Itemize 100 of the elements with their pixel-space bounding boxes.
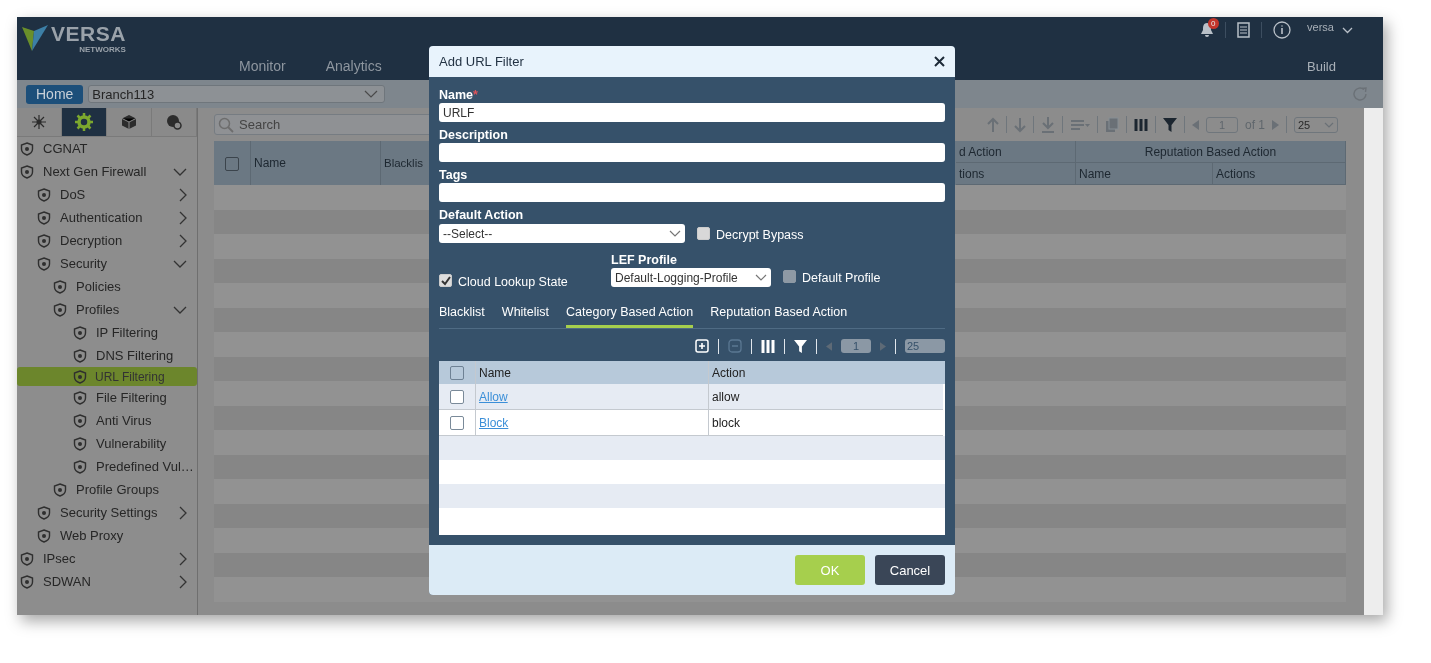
columns-icon[interactable] [1134,117,1148,132]
tab[interactable]: Reputation Based Action [710,305,848,328]
chevron-right-icon[interactable] [179,505,187,520]
checkbox-label: Default Profile [802,271,881,285]
add-icon[interactable] [695,339,709,353]
shield-icon [20,164,34,179]
chevron-down-icon [755,274,767,281]
shield-icon [37,528,51,543]
chevron-right-icon[interactable] [179,574,187,589]
page-size-field[interactable]: 25 [905,339,945,353]
tab[interactable]: Category Based Action [566,305,694,328]
checkbox[interactable] [450,365,464,380]
checkbox[interactable] [450,415,464,430]
tree-item[interactable]: Decryption [17,229,197,252]
column-header: d Action [956,141,1076,162]
filter-icon[interactable] [1163,117,1177,132]
cancel-button[interactable]: Cancel [875,555,945,585]
chevron-down-icon [669,230,681,237]
tree-item[interactable]: Profile Groups [17,478,197,501]
tree-item[interactable]: Authentication [17,206,197,229]
shield-icon [73,348,87,363]
chevron-down-icon[interactable] [173,259,187,268]
field-label: Default Action [439,207,525,223]
shield-icon [37,233,51,248]
logo-icon [22,23,48,51]
tree-item[interactable]: CGNAT [17,137,197,160]
shield-icon [73,369,87,384]
gear-icon [75,113,93,131]
description-field[interactable] [439,143,945,162]
default-action-dropdown[interactable]: --Select-- [439,224,685,243]
home-button[interactable]: Home [26,84,84,104]
tree-item[interactable]: Security [17,252,197,275]
filter-icon[interactable] [794,339,807,353]
column-header: Name [1076,163,1213,184]
chevron-down-icon [1324,121,1334,128]
field-label: LEF Profile [611,252,678,268]
tree-item[interactable]: Anti Virus [17,409,197,432]
chevron-right-icon[interactable] [179,187,187,202]
logo-subtext: NETWORKS [79,45,126,54]
tree-item[interactable]: Vulnerability [17,432,197,455]
link[interactable]: Block [479,415,509,430]
list-icon[interactable] [1237,22,1251,38]
notification-badge: 0 [1208,18,1219,29]
tab[interactable]: Whitelist [501,305,550,328]
chevron-down-icon [364,90,379,98]
shield-icon [37,505,51,520]
tree-item[interactable]: Policies [17,275,197,298]
tree-item[interactable]: Predefined Vul… [17,455,197,478]
nav-link[interactable]: Build [1307,59,1336,74]
shield-icon [73,390,87,405]
tree-item[interactable]: DoS [17,183,197,206]
chevron-down-icon[interactable] [173,167,187,176]
logo-text: VERSA [51,23,126,45]
chevron-right-icon[interactable] [179,551,187,566]
checkbox[interactable] [225,157,239,171]
page-field[interactable]: 1 [841,339,871,353]
shield-icon [73,413,87,428]
lef-profile-dropdown[interactable]: Default-Logging-Profile [611,268,771,287]
shield-icon [20,551,34,566]
bell-icon[interactable] [1200,22,1215,38]
sidebar-tab[interactable] [62,108,107,136]
column-header: Actions [1213,163,1346,184]
user-menu[interactable]: versa [1307,21,1334,33]
tree-item[interactable]: Profiles [17,298,197,321]
nav-link[interactable]: Monitor [239,58,286,74]
tree-item[interactable]: IPsec [17,547,197,570]
tree-item[interactable]: File Filtering [17,386,197,409]
scrollbar[interactable] [1364,108,1383,615]
dialog-title: Add URL Filter [439,54,524,69]
nav-link[interactable]: Analytics [325,58,382,74]
column-header: Reputation Based Action [1076,141,1346,162]
tree-item[interactable]: DNS Filtering [17,344,197,367]
close-icon[interactable] [934,56,945,67]
checkbox[interactable] [439,274,452,287]
search-icon [218,117,234,133]
tree-item[interactable]: Web Proxy [17,524,197,547]
tree-item[interactable]: URL Filtering [17,367,197,386]
name-field[interactable]: URLF [439,103,945,122]
chevron-right-icon[interactable] [179,233,187,248]
shield-icon [53,279,67,294]
checkbox[interactable] [783,270,796,283]
checkbox[interactable] [450,389,464,404]
tree-item[interactable]: IP Filtering [17,321,197,344]
page-size-dropdown[interactable]: 25 [1294,116,1338,133]
tree-item[interactable]: Next Gen Firewall [17,160,197,183]
link[interactable]: Allow [479,389,508,404]
appliance-dropdown[interactable]: Branch113 [88,85,386,103]
chevron-down-icon[interactable] [1342,26,1353,34]
tree-item[interactable]: Security Settings [17,501,197,524]
chevron-right-icon[interactable] [179,210,187,225]
info-icon[interactable] [1273,21,1292,39]
tab[interactable]: Blacklist [439,305,485,328]
shield-icon [73,325,87,340]
shield-icon [37,256,51,271]
tags-field[interactable] [439,183,945,202]
column-header: tions [956,163,1076,184]
chevron-down-icon[interactable] [173,305,187,314]
shield-icon [73,459,87,474]
network-icon [31,114,47,130]
tree-item[interactable]: SDWAN [17,570,197,593]
